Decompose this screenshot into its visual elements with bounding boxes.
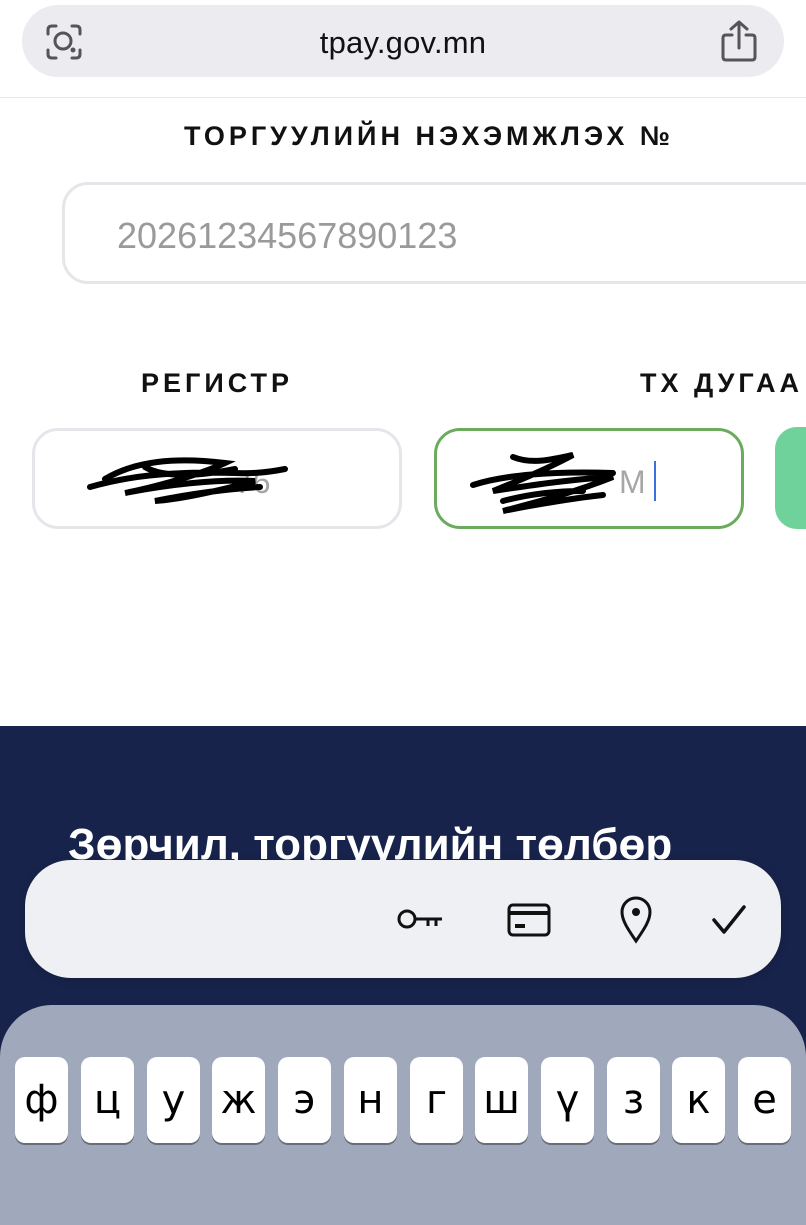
invoice-number-input[interactable]: 20261234567890123 (62, 182, 806, 284)
plate-number-input[interactable]: М (434, 428, 744, 529)
key-n[interactable]: н (344, 1057, 397, 1143)
invoice-number-placeholder: 20261234567890123 (117, 215, 458, 256)
key-icon[interactable] (396, 904, 446, 934)
redaction-scribble (87, 457, 288, 504)
key-z[interactable]: з (607, 1057, 660, 1143)
plate-number-label: ТХ ДУГАА (640, 368, 803, 398)
keyboard: ф ц у ж э н г ш ү з к е (0, 1005, 806, 1225)
register-label: РЕГИСТР (141, 368, 294, 398)
key-f[interactable]: ф (15, 1057, 68, 1143)
redaction-scribble (470, 452, 616, 514)
register-input[interactable]: 76 (32, 428, 402, 529)
key-ts[interactable]: ц (81, 1057, 134, 1143)
credit-card-icon[interactable] (506, 902, 552, 938)
search-button[interactable] (775, 427, 806, 529)
invoice-number-label: ТОРГУУЛИЙН НЭХЭМЖЛЭХ № (184, 121, 675, 151)
address-bar[interactable]: tpay.gov.mn (22, 5, 784, 77)
key-e[interactable]: э (278, 1057, 331, 1143)
text-caret (654, 461, 656, 501)
key-zh[interactable]: ж (212, 1057, 265, 1143)
key-sh[interactable]: ш (475, 1057, 528, 1143)
divider (0, 97, 806, 98)
autofill-bar (25, 860, 781, 978)
key-u[interactable]: у (147, 1057, 200, 1143)
key-g[interactable]: г (410, 1057, 463, 1143)
share-icon[interactable] (720, 19, 758, 63)
key-k[interactable]: к (672, 1057, 725, 1143)
location-pin-icon[interactable] (619, 896, 653, 944)
url-text[interactable]: tpay.gov.mn (22, 25, 784, 61)
checkmark-icon[interactable] (711, 904, 747, 936)
key-ye[interactable]: е (738, 1057, 791, 1143)
key-ue[interactable]: ү (541, 1057, 594, 1143)
